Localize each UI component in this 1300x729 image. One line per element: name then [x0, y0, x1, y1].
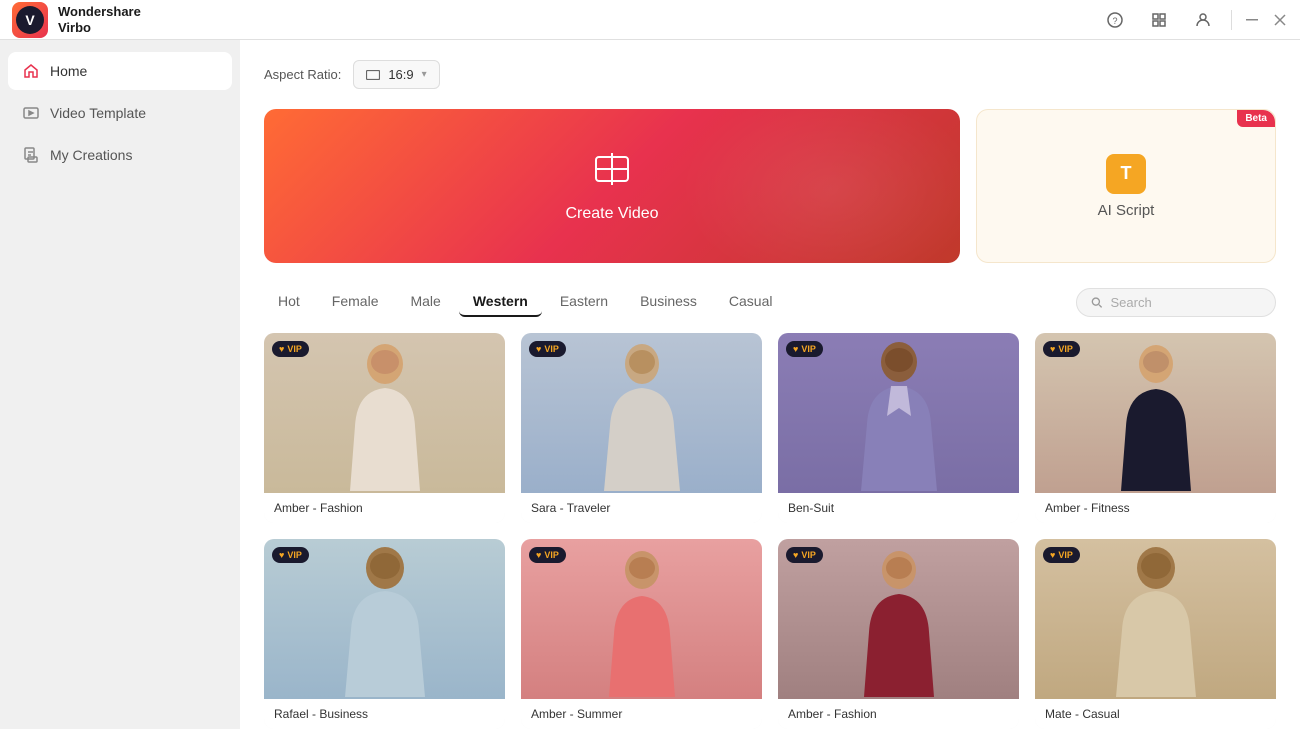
avatar-card-mate-casual[interactable]: ♥VIP Mate - Casual: [1035, 539, 1276, 729]
avatar-name: Amber - Summer: [521, 699, 762, 729]
title-bar-controls: ?: [1099, 4, 1288, 36]
my-creations-icon: [22, 146, 40, 164]
avatars-grid: ♥VIP Amber - Fashion ♥VIP: [264, 333, 1276, 729]
tab-male[interactable]: Male: [396, 287, 454, 317]
vip-badge: ♥VIP: [272, 547, 309, 563]
avatar-image: ♥VIP: [521, 539, 762, 699]
sidebar: Home Video Template My Creations: [0, 40, 240, 729]
avatar-card-amber-summer[interactable]: ♥VIP Amber - Summer: [521, 539, 762, 729]
sidebar-item-video-template[interactable]: Video Template: [8, 94, 232, 132]
vip-badge: ♥VIP: [786, 547, 823, 563]
title-bar: V Wondershare Virbo ?: [0, 0, 1300, 40]
video-template-icon: [22, 104, 40, 122]
tab-casual[interactable]: Casual: [715, 287, 787, 317]
tab-eastern[interactable]: Eastern: [546, 287, 622, 317]
aspect-ratio-label: Aspect Ratio:: [264, 67, 341, 82]
video-template-label: Video Template: [50, 105, 146, 121]
vip-badge: ♥VIP: [529, 341, 566, 357]
avatar-figure: [849, 336, 949, 491]
svg-text:?: ?: [1112, 16, 1117, 26]
app-logo: V: [12, 2, 48, 38]
avatar-card-rafael-business[interactable]: ♥VIP Rafael - Business: [264, 539, 505, 729]
main-layout: Home Video Template My Creations: [0, 40, 1300, 729]
chevron-down-icon: ▾: [422, 69, 427, 80]
top-controls: Aspect Ratio: 16:9 ▾: [264, 60, 1276, 89]
tab-western[interactable]: Western: [459, 287, 542, 317]
help-button[interactable]: ?: [1099, 4, 1131, 36]
avatar-card-ben-suit[interactable]: ♥VIP Ben-Suit: [778, 333, 1019, 523]
home-icon: [22, 62, 40, 80]
home-label: Home: [50, 63, 87, 79]
avatar-card-amber-fashion-2[interactable]: ♥VIP Amber - Fashion: [778, 539, 1019, 729]
close-button[interactable]: [1272, 12, 1288, 28]
avatar-image: ♥VIP: [778, 333, 1019, 493]
avatar-figure: [335, 336, 435, 491]
avatar-card-amber-fashion-1[interactable]: ♥VIP Amber - Fashion: [264, 333, 505, 523]
tab-business[interactable]: Business: [626, 287, 711, 317]
tabs-row: Hot Female Male Western Eastern Business…: [264, 287, 1276, 317]
app-branding: V Wondershare Virbo: [12, 2, 141, 38]
avatar-figure: [849, 542, 949, 697]
avatar-figure: [1106, 542, 1206, 697]
create-video-label: Create Video: [565, 205, 658, 223]
avatar-card-sara-traveler[interactable]: ♥VIP Sara - Traveler: [521, 333, 762, 523]
avatar-name: Ben-Suit: [778, 493, 1019, 523]
avatar-image: ♥VIP: [778, 539, 1019, 699]
avatar-image: ♥VIP: [521, 333, 762, 493]
avatar-name: Amber - Fashion: [778, 699, 1019, 729]
sidebar-item-home[interactable]: Home: [8, 52, 232, 90]
avatar-name: Rafael - Business: [264, 699, 505, 729]
avatar-figure: [1106, 336, 1206, 491]
beta-badge: Beta: [1237, 110, 1275, 127]
app-name: Wondershare Virbo: [58, 4, 141, 35]
aspect-ratio-value: 16:9: [388, 67, 413, 82]
ai-script-icon: T: [1106, 154, 1146, 194]
search-input[interactable]: [1111, 295, 1261, 310]
profile-button[interactable]: [1187, 4, 1219, 36]
create-video-icon: [592, 149, 632, 197]
divider: [1231, 10, 1232, 30]
sidebar-item-my-creations[interactable]: My Creations: [8, 136, 232, 174]
tabs: Hot Female Male Western Eastern Business…: [264, 287, 786, 317]
vip-badge: ♥VIP: [786, 341, 823, 357]
avatar-card-amber-fitness[interactable]: ♥VIP Amber - Fitness: [1035, 333, 1276, 523]
vip-badge: ♥VIP: [1043, 341, 1080, 357]
avatar-name: Amber - Fitness: [1035, 493, 1276, 523]
avatar-image: ♥VIP: [264, 539, 505, 699]
aspect-ratio-icon: [366, 70, 380, 80]
avatar-figure: [592, 336, 692, 491]
avatar-image: ♥VIP: [1035, 333, 1276, 493]
grid-button[interactable]: [1143, 4, 1175, 36]
ai-script-banner[interactable]: Beta T AI Script: [976, 109, 1276, 263]
avatar-figure: [592, 542, 692, 697]
vip-badge: ♥VIP: [1043, 547, 1080, 563]
tab-female[interactable]: Female: [318, 287, 393, 317]
tab-hot[interactable]: Hot: [264, 287, 314, 317]
create-video-banner[interactable]: Create Video: [264, 109, 960, 263]
avatar-name: Amber - Fashion: [264, 493, 505, 523]
content-area: Aspect Ratio: 16:9 ▾ Create Vid: [240, 40, 1300, 729]
avatar-name: Sara - Traveler: [521, 493, 762, 523]
ai-script-label: AI Script: [1098, 202, 1155, 219]
search-icon: [1091, 296, 1103, 309]
avatar-figure: [335, 542, 435, 697]
avatar-image: ♥VIP: [1035, 539, 1276, 699]
logo-icon: V: [16, 6, 44, 34]
aspect-ratio-select[interactable]: 16:9 ▾: [353, 60, 439, 89]
vip-badge: ♥VIP: [529, 547, 566, 563]
my-creations-label: My Creations: [50, 147, 132, 163]
banners: Create Video Beta T AI Script: [264, 109, 1276, 263]
avatar-name: Mate - Casual: [1035, 699, 1276, 729]
search-box[interactable]: [1076, 288, 1276, 317]
vip-badge: ♥VIP: [272, 341, 309, 357]
minimize-button[interactable]: [1244, 12, 1260, 28]
avatar-image: ♥VIP: [264, 333, 505, 493]
